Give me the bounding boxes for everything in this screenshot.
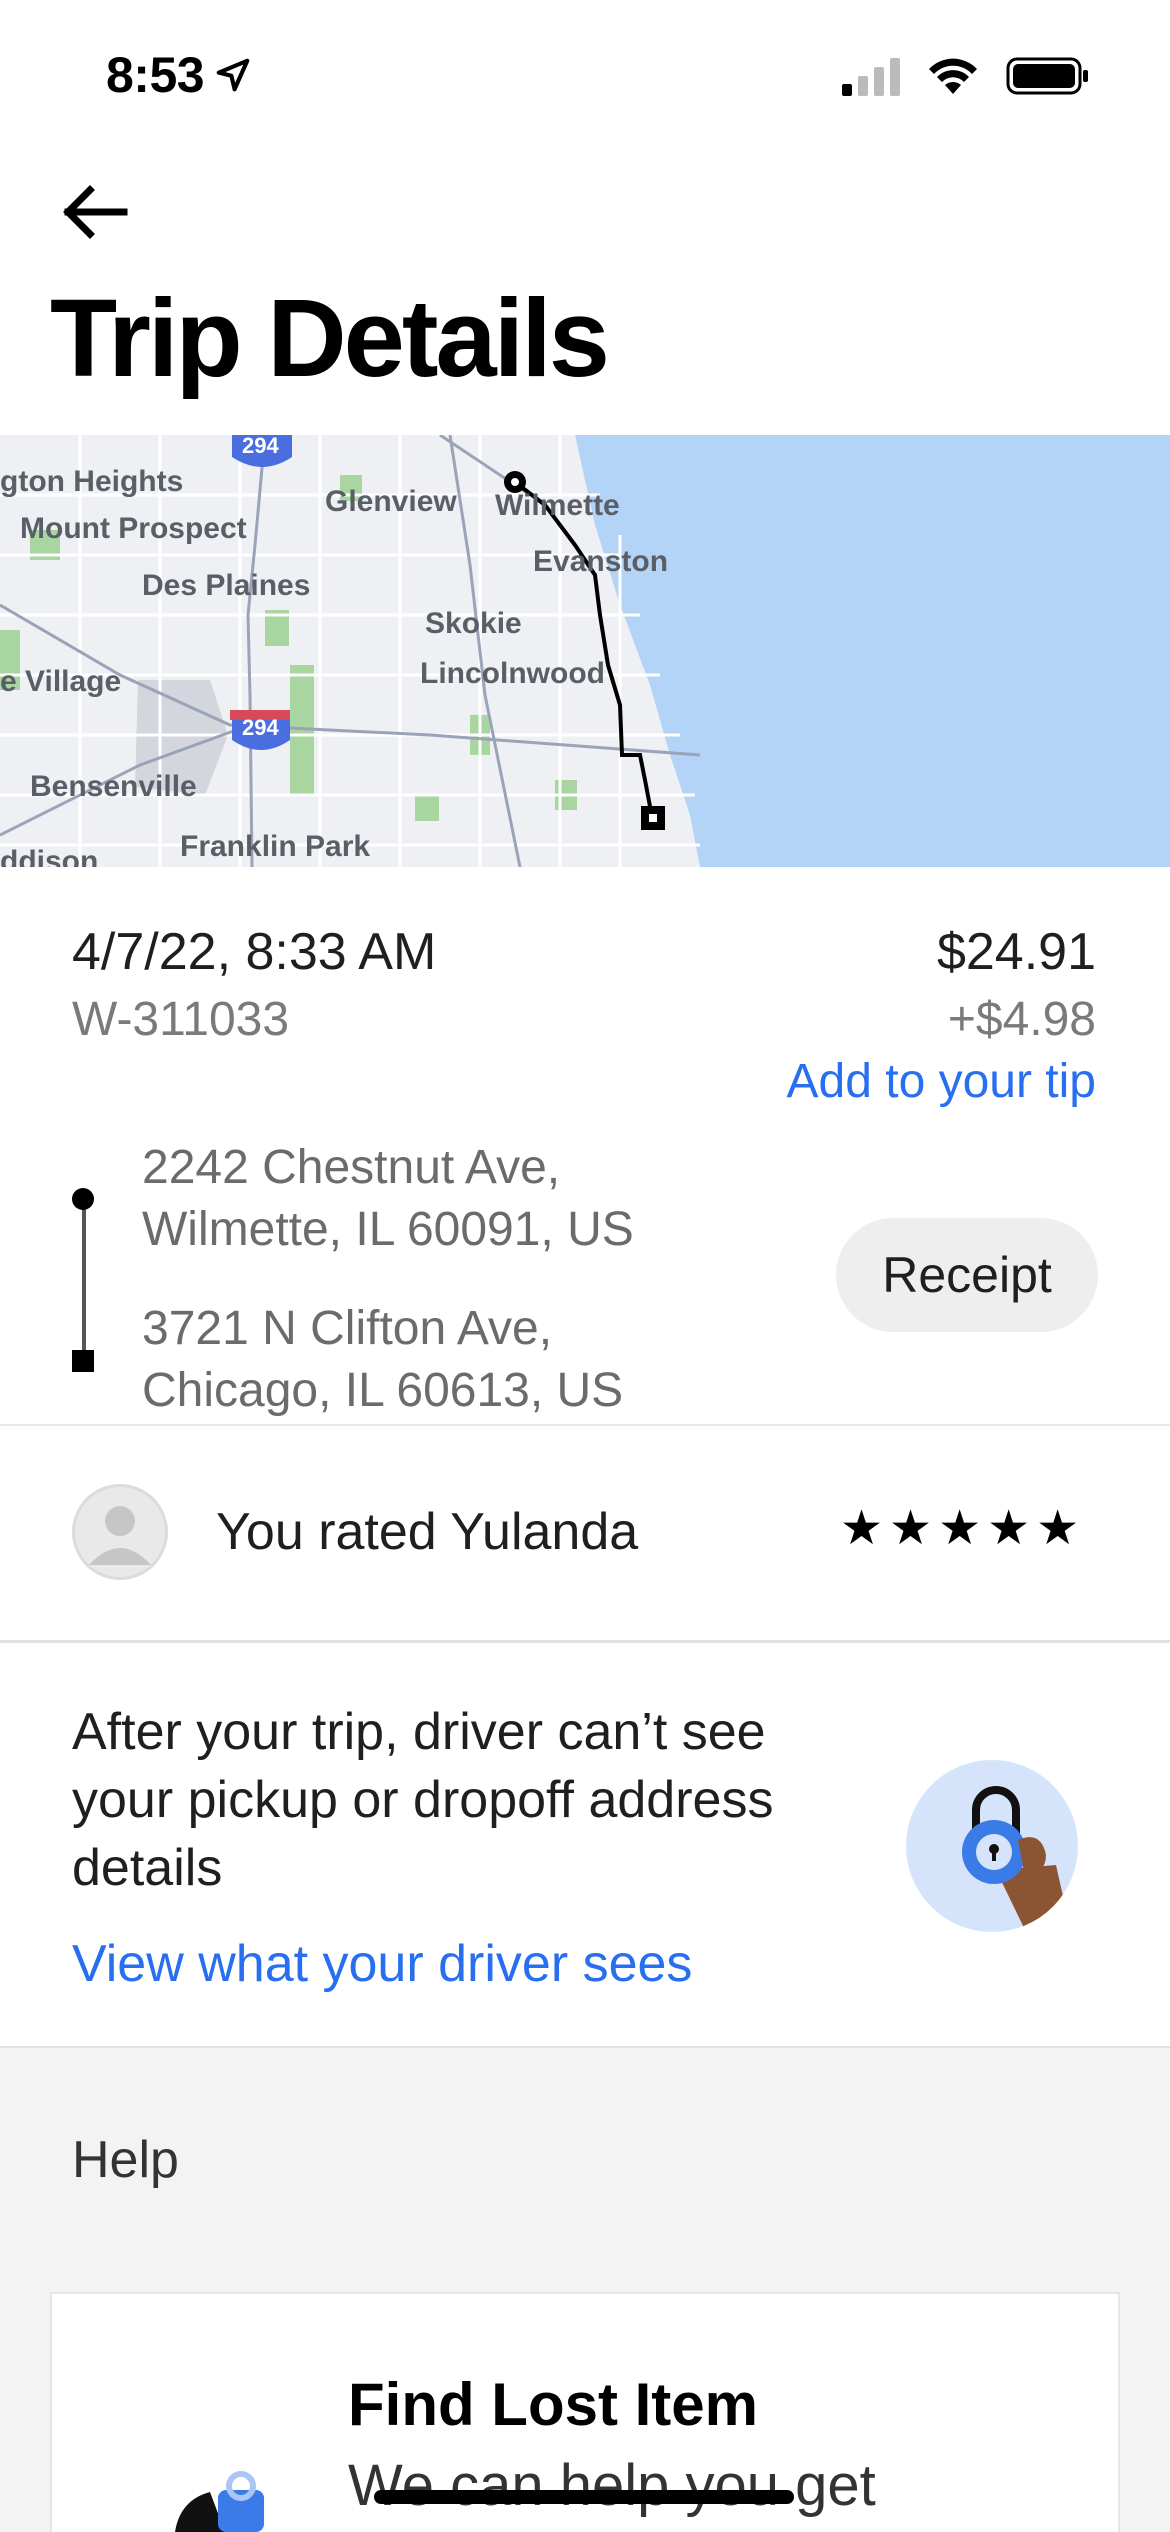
tip-amount: +$4.98 [947, 993, 1096, 1046]
map-label: Skokie [425, 607, 522, 640]
dropoff-square-icon [72, 1350, 94, 1372]
back-arrow-icon [63, 185, 128, 239]
lock-illustration [906, 1760, 1078, 1932]
driver-avatar [72, 1484, 168, 1580]
page-title: Trip Details [50, 277, 610, 400]
pickup-address-line1: 2242 Chestnut Ave, [142, 1141, 561, 1194]
map-label: Lincolnwood [420, 657, 605, 690]
rating-text: You rated Yulanda [216, 1503, 639, 1561]
map-label: Des Plaines [142, 569, 311, 602]
map-label: gton Heights [0, 465, 184, 498]
privacy-message: After your trip, driver can’t see your p… [72, 1703, 774, 1897]
back-button[interactable] [58, 180, 134, 244]
add-tip-link[interactable]: Add to your tip [786, 1054, 1096, 1109]
trip-map[interactable]: 294 294 gton Heights Mount Prospect Des … [0, 435, 1170, 867]
padlock-hand-icon [962, 1786, 1071, 1932]
status-bar: 8:53 [0, 0, 1170, 150]
section-divider [0, 1424, 1170, 1426]
map-label: Bensenville [30, 770, 197, 803]
map-label: e Village [0, 665, 122, 698]
route-connector [82, 1198, 86, 1362]
map-label: Evanston [533, 545, 669, 578]
map-shield-label: 294 [242, 435, 279, 458]
person-icon [89, 1506, 151, 1565]
map-label: Glenview [325, 485, 457, 518]
rating-stars[interactable]: ★★★★★ [840, 1500, 1085, 1556]
view-driver-sees-link[interactable]: View what your driver sees [72, 1934, 692, 1994]
trip-date-time: 4/7/22, 8:33 AM [72, 923, 437, 981]
signal-icon [842, 58, 900, 96]
map-label: Franklin Park [180, 830, 371, 863]
map-label: Wilmette [495, 489, 620, 522]
home-indicator[interactable] [374, 2490, 794, 2504]
pickup-dot-icon [72, 1188, 94, 1210]
wifi-icon [929, 58, 977, 94]
map-shield-label: 294 [242, 715, 279, 740]
trip-id: W-311033 [72, 993, 290, 1046]
card-subtitle: We can help you get [348, 2453, 876, 2518]
dropoff-address-line2: Chicago, IL 60613, US [142, 1364, 624, 1417]
card-title: Find Lost Item [348, 2371, 758, 2438]
lost-item-icon [170, 2470, 280, 2532]
pickup-address: 2242 Chestnut Ave, Wilmette, IL 60091, U… [142, 1137, 634, 1261]
status-time-text: 8:53 [106, 47, 205, 103]
receipt-button[interactable]: Receipt [836, 1218, 1098, 1332]
status-indicators [842, 56, 1090, 96]
map-label: ddison [0, 845, 99, 867]
status-time: 8:53 [106, 46, 252, 104]
battery-icon [1006, 57, 1088, 95]
location-arrow-icon [216, 58, 250, 92]
pickup-address-line2: Wilmette, IL 60091, US [142, 1203, 634, 1256]
section-divider [0, 1640, 1170, 1643]
dropoff-address-line1: 3721 N Clifton Ave, [142, 1302, 553, 1355]
help-title: Help [72, 2131, 179, 2189]
map-label: Mount Prospect [20, 512, 247, 545]
dropoff-address: 3721 N Clifton Ave, Chicago, IL 60613, U… [142, 1298, 623, 1422]
trip-fare: $24.91 [936, 923, 1096, 981]
